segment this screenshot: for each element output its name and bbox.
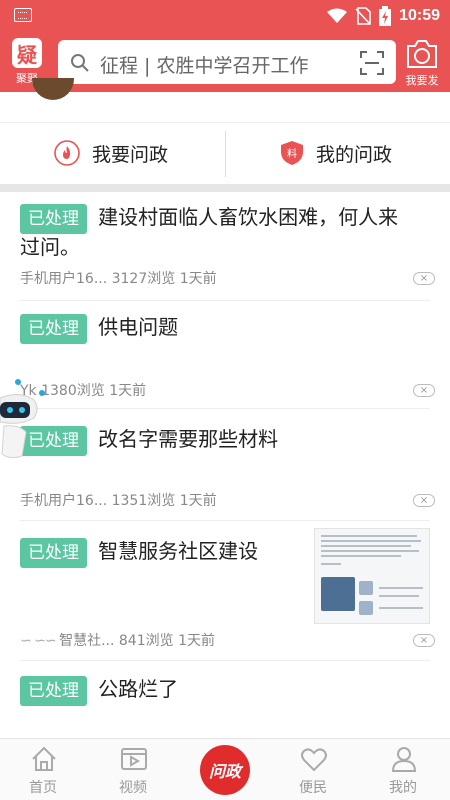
ask-government-label: 我要问政	[92, 143, 169, 166]
publish-label: 我要发	[405, 74, 439, 87]
ask-government-button[interactable]: 我要问政	[54, 123, 168, 183]
item-meta: 手机用户16... 3127浏览 1天前	[20, 271, 217, 287]
no-sim-icon	[355, 7, 371, 25]
assistant-robot-icon[interactable]	[0, 378, 46, 460]
home-icon	[32, 746, 56, 771]
fire-icon	[54, 140, 80, 166]
heart-icon	[301, 748, 327, 772]
camera-icon	[407, 40, 437, 68]
nav-home-label: 首页	[29, 780, 57, 796]
divider	[20, 520, 430, 521]
nav-mine[interactable]: 我的	[368, 743, 438, 799]
item-title: 改名字需要那些材料	[98, 427, 279, 451]
item-thumbnail[interactable]	[314, 528, 430, 624]
svg-text:料: 料	[287, 147, 297, 160]
divider	[20, 300, 430, 301]
app-logo-icon[interactable]: 疑	[12, 38, 42, 68]
item-meta: 手机用户16... 1351浏览 1天前	[20, 493, 217, 509]
item-title: 供电问题	[98, 315, 179, 339]
search-icon	[71, 54, 89, 72]
divider	[225, 131, 226, 177]
keyboard-icon	[14, 8, 32, 22]
shield-icon: 料	[281, 141, 303, 165]
my-questions-button[interactable]: 料 我的问政	[280, 123, 392, 183]
wifi-icon	[327, 8, 348, 23]
nav-mine-label: 我的	[389, 780, 417, 796]
dismiss-icon[interactable]: ×	[413, 384, 435, 397]
scan-icon[interactable]	[360, 51, 384, 75]
divider	[20, 660, 430, 661]
battery-icon	[379, 6, 392, 26]
nav-home[interactable]: 首页	[8, 743, 78, 799]
banner-area	[0, 78, 450, 122]
nav-service-label: 便民	[299, 780, 327, 796]
item-title: 公路烂了	[98, 677, 179, 701]
section-gap	[0, 184, 450, 192]
user-icon	[391, 747, 417, 772]
avatar	[32, 78, 74, 100]
squiggle-icon: ∽ ∽∽	[20, 633, 60, 649]
action-row: 我要问政 料 我的问政	[0, 122, 450, 184]
status-badge: 已处理	[20, 538, 87, 568]
item-title: 智慧服务社区建设	[98, 539, 259, 563]
item-title: 建设村面临人畜饮水困难，何人来	[98, 205, 399, 229]
nav-service[interactable]: 便民	[278, 743, 348, 799]
nav-video[interactable]: 视频	[98, 743, 168, 799]
dismiss-icon[interactable]: ×	[413, 272, 435, 285]
video-icon	[121, 748, 147, 770]
search-placeholder: 征程 | 农胜中学召开工作	[100, 55, 309, 77]
search-bar[interactable]: 征程 | 农胜中学召开工作	[58, 40, 396, 84]
dismiss-icon[interactable]: ×	[413, 634, 435, 647]
nav-video-label: 视频	[119, 780, 147, 796]
item-meta: ∽ ∽∽ 智慧社... 841浏览 1天前	[20, 630, 215, 650]
status-bar: 10:59	[0, 0, 450, 32]
dismiss-icon[interactable]: ×	[413, 494, 435, 507]
bottom-nav: 首页 视频 问政 便民 我的	[0, 738, 450, 800]
nav-center-button[interactable]: 问政	[200, 745, 250, 795]
item-meta-text: 智慧社... 841浏览 1天前	[59, 633, 215, 649]
item-title-line2: 过问。	[20, 235, 80, 259]
status-badge: 已处理	[20, 676, 87, 706]
my-questions-label: 我的问政	[316, 143, 393, 166]
clock: 10:59	[399, 7, 440, 24]
publish-button[interactable]: 我要发	[402, 38, 442, 87]
status-badge: 已处理	[20, 314, 87, 344]
divider	[20, 408, 430, 409]
